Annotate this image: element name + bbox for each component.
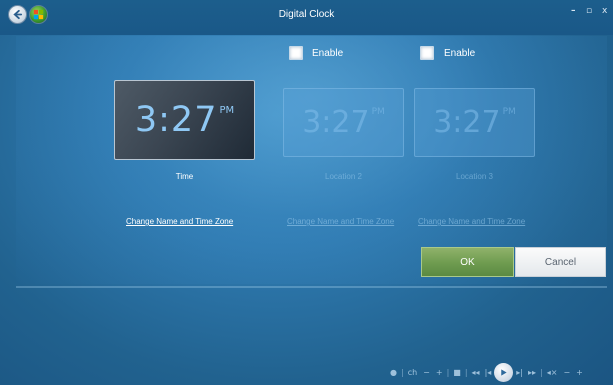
ok-button[interactable]: OK (421, 247, 514, 277)
clock-time-caption: Time (175, 172, 194, 181)
separator: | (540, 367, 543, 377)
rewind-icon[interactable]: ◂◂ (472, 368, 480, 377)
clock-time[interactable]: 3:27 PM (114, 80, 255, 160)
change-name-time-zone-link-1[interactable]: Change Name and Time Zone (126, 217, 233, 226)
clock-location-2-ampm: PM (371, 107, 385, 117)
location-3-enable-label[interactable]: Enable (444, 48, 475, 59)
volume-up-icon[interactable]: + (576, 368, 583, 377)
window-title: Digital Clock (278, 9, 335, 20)
clock-location-3-digits: 3:27 (433, 105, 501, 140)
clock-location-3-caption: Location 3 (456, 172, 493, 181)
change-name-time-zone-link-2: Change Name and Time Zone (287, 217, 395, 226)
separator: | (464, 367, 468, 377)
location-2-enable-checkbox[interactable] (289, 46, 303, 60)
separator: | (446, 367, 450, 377)
clock-location-2: 3:27 PM (283, 88, 404, 157)
play-icon (501, 368, 507, 376)
channel-label: ch (407, 367, 418, 377)
location-2-enable-label[interactable]: Enable (312, 48, 343, 59)
skip-back-icon[interactable]: |◂ (485, 368, 492, 377)
stop-icon[interactable]: ■ (453, 368, 461, 377)
close-icon[interactable]: x (602, 6, 607, 16)
divider (16, 286, 607, 288)
channel-up-icon[interactable]: + (436, 368, 443, 377)
clock-location-3: 3:27 PM (414, 88, 535, 157)
transport-controls: ● | ch − + | ■ | ◂◂ |◂ ▸| ▸▸ | ◂× − + (390, 362, 612, 382)
clock-time-digits: 3:27 (134, 100, 218, 140)
separator: | (400, 367, 404, 377)
play-button[interactable] (494, 362, 514, 382)
skip-forward-icon[interactable]: ▸| (516, 368, 523, 377)
clock-location-2-digits: 3:27 (302, 105, 370, 140)
minimize-icon[interactable]: – (571, 6, 576, 16)
volume-down-icon[interactable]: − (563, 368, 570, 377)
fast-forward-icon[interactable]: ▸▸ (528, 368, 536, 377)
title-bar: Digital Clock – ▫ x (0, 0, 613, 35)
restore-icon[interactable]: ▫ (586, 6, 592, 16)
clock-time-ampm: PM (219, 105, 235, 116)
clock-location-3-ampm: PM (502, 107, 516, 117)
change-name-time-zone-link-3: Change Name and Time Zone (418, 217, 526, 226)
clock-location-2-caption: Location 2 (325, 172, 362, 181)
mute-icon[interactable]: ◂× (547, 368, 558, 377)
record-icon[interactable]: ● (390, 368, 397, 377)
cancel-button[interactable]: Cancel (515, 247, 606, 277)
channel-down-icon[interactable]: − (423, 368, 430, 377)
location-3-enable-checkbox[interactable] (420, 46, 434, 60)
